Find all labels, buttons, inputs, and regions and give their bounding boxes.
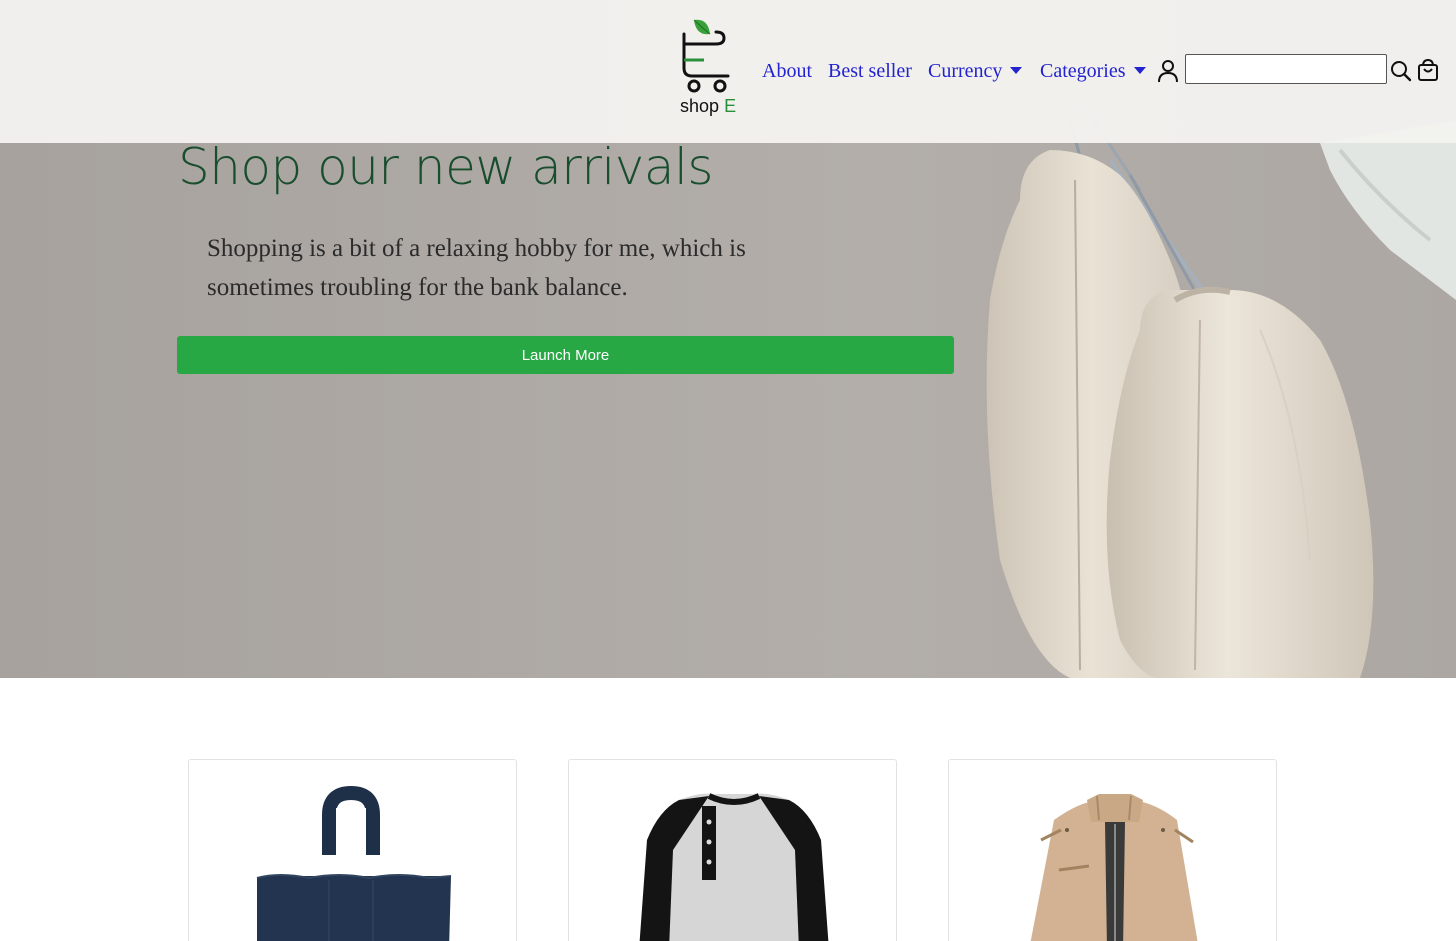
site-header: shop E About Best seller Currency Catego… [0, 0, 1456, 143]
product-card[interactable] [568, 759, 897, 941]
khaki-jacket-image [1030, 794, 1198, 941]
nav-best-seller-label[interactable]: Best seller [828, 60, 912, 83]
chevron-down-icon [1133, 66, 1146, 74]
hero-subtitle: Shopping is a bit of a relaxing hobby fo… [207, 235, 746, 301]
chevron-down-icon [1010, 66, 1023, 74]
nav-categories-dropdown[interactable]: Categories [1040, 56, 1146, 86]
cart-leaf-logo-icon [682, 19, 730, 93]
search-icon[interactable] [1390, 60, 1412, 82]
nav-currency-dropdown[interactable]: Currency [928, 56, 1023, 86]
navy-tote-bag-image [256, 785, 452, 941]
nav-categories-label: Categories [1040, 59, 1126, 82]
product-card[interactable] [188, 759, 517, 941]
launch-more-button[interactable]: Launch More [177, 336, 954, 374]
nav-about-label[interactable]: About [762, 60, 812, 83]
nav-about[interactable]: About [762, 56, 812, 86]
shopping-bag-icon[interactable] [1417, 58, 1439, 82]
nav-best-seller[interactable]: Best seller [828, 56, 912, 86]
search-input[interactable] [1185, 54, 1387, 84]
brand-logo[interactable]: shop E [672, 16, 742, 120]
nav-currency-label: Currency [928, 59, 1003, 82]
raglan-henley-shirt-image [639, 793, 829, 941]
brand-name: shop E [680, 96, 737, 116]
product-card[interactable] [948, 759, 1277, 941]
user-icon[interactable] [1157, 59, 1179, 83]
